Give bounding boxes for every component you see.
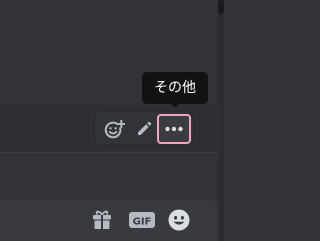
ellipsis-icon (165, 126, 183, 132)
gif-button[interactable]: GIF (128, 208, 156, 232)
add-reaction-button[interactable] (99, 115, 129, 143)
edit-button[interactable] (129, 115, 159, 143)
emoji-button[interactable] (167, 208, 191, 232)
gift-button[interactable] (90, 208, 114, 232)
emoji-icon (168, 209, 190, 231)
tooltip-caret (170, 103, 180, 108)
message-toolbar (94, 111, 194, 145)
pencil-icon (138, 121, 152, 135)
message-divider (0, 152, 218, 153)
gift-icon (93, 210, 111, 229)
scrollbar-thumb[interactable] (218, 0, 224, 14)
more-tooltip: その他 (142, 72, 208, 104)
message-composer[interactable]: GIF (0, 200, 218, 241)
scrollbar[interactable] (218, 0, 224, 241)
gif-label: GIF (133, 217, 152, 228)
gif-icon: GIF (129, 212, 155, 228)
emoji-add-icon (104, 119, 125, 139)
more-button[interactable] (157, 114, 191, 144)
